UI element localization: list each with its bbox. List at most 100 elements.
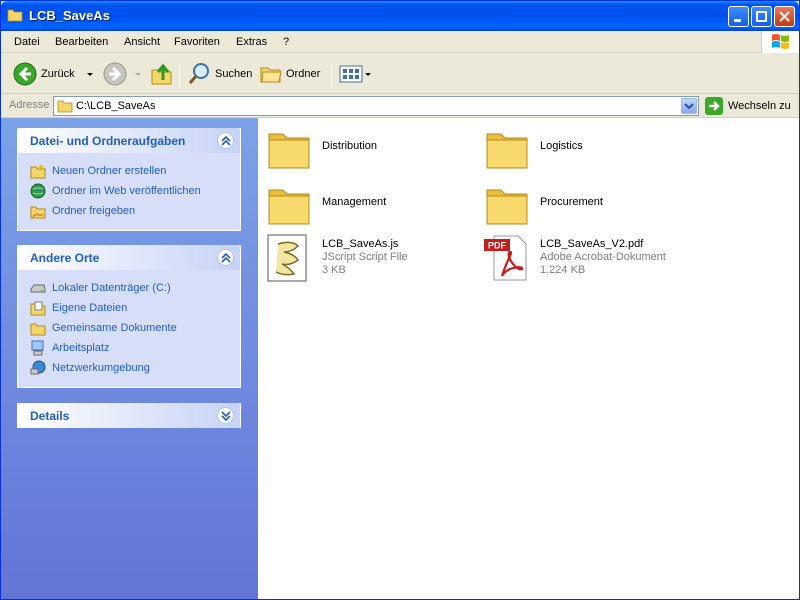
explorer-window: LCB_SaveAs Datei Bearbeiten Ansicht Favo… bbox=[0, 0, 800, 600]
search-icon bbox=[188, 63, 209, 84]
menu-help[interactable]: ? bbox=[283, 36, 289, 48]
forward-dropdown-icon[interactable] bbox=[135, 72, 141, 76]
back-dropdown-icon[interactable] bbox=[86, 72, 93, 76]
folder-icon bbox=[268, 133, 310, 169]
file-item[interactable]: LCB_SaveAs.js JScript Script File 3 KB bbox=[266, 234, 466, 284]
back-button[interactable]: Zurück bbox=[13, 60, 93, 88]
address-label: Adresse bbox=[9, 99, 50, 111]
other-places-title: Andere Orte bbox=[30, 251, 100, 265]
details-group: Details bbox=[17, 403, 241, 428]
views-dropdown-icon[interactable] bbox=[365, 72, 371, 76]
folder-item[interactable]: Procurement bbox=[484, 182, 684, 230]
place-shared-documents[interactable]: Gemeinsame Dokumente bbox=[30, 319, 177, 337]
up-folder-button[interactable] bbox=[151, 60, 173, 88]
folder-item[interactable]: Distribution bbox=[266, 126, 466, 174]
menu-file[interactable]: Datei bbox=[14, 36, 40, 48]
search-button[interactable]: Suchen bbox=[187, 60, 252, 88]
minimize-icon bbox=[734, 19, 741, 22]
close-icon bbox=[779, 11, 790, 22]
other-places-header[interactable]: Andere Orte bbox=[18, 245, 240, 270]
menu-favorites[interactable]: Favoriten bbox=[174, 36, 220, 48]
collapse-button[interactable] bbox=[217, 132, 234, 149]
file-item[interactable]: PDF LCB_SaveAs_V2.pdf Adobe Acrobat-Doku… bbox=[484, 234, 724, 284]
details-header[interactable]: Details bbox=[18, 403, 240, 428]
pdf-file-icon: PDF bbox=[484, 235, 527, 281]
folder-icon bbox=[7, 9, 23, 22]
address-dropdown-button[interactable] bbox=[681, 98, 697, 114]
toolbar-separator bbox=[331, 60, 332, 88]
back-label: Zurück bbox=[41, 68, 75, 80]
double-chevron-down-icon bbox=[221, 411, 231, 421]
task-label: Ordner im Web veröffentlichen bbox=[52, 185, 201, 197]
menu-bar: Datei Bearbeiten Ansicht Favoriten Extra… bbox=[1, 31, 799, 53]
item-name: Logistics bbox=[540, 140, 583, 152]
shared-documents-icon bbox=[30, 323, 46, 336]
menu-edit[interactable]: Bearbeiten bbox=[55, 36, 108, 48]
folders-label: Ordner bbox=[286, 68, 321, 80]
address-bar: Adresse C:\LCB_SaveAs Wechseln zu bbox=[1, 94, 799, 118]
task-label: Netzwerkumgebung bbox=[52, 362, 150, 374]
folder-item[interactable]: Management bbox=[266, 182, 466, 230]
folder-item[interactable]: Logistics bbox=[484, 126, 684, 174]
task-pane: Datei- und Ordneraufgaben Neuen Ordner e… bbox=[1, 118, 258, 599]
menu-tools[interactable]: Extras bbox=[236, 36, 267, 48]
folders-icon bbox=[260, 67, 282, 83]
folder-icon bbox=[57, 100, 73, 113]
views-icon bbox=[339, 65, 363, 83]
search-label: Suchen bbox=[215, 68, 253, 80]
go-button[interactable]: Wechseln zu bbox=[705, 96, 791, 116]
place-network[interactable]: Netzwerkumgebung bbox=[30, 359, 150, 377]
address-field[interactable]: C:\LCB_SaveAs bbox=[53, 96, 699, 116]
windows-flag-icon bbox=[772, 34, 789, 49]
toolbar: Zurück Suchen Ordner bbox=[1, 54, 799, 94]
item-name: Management bbox=[322, 196, 387, 208]
file-tasks-header[interactable]: Datei- und Ordneraufgaben bbox=[18, 128, 240, 153]
double-chevron-up-icon bbox=[221, 136, 231, 146]
file-view[interactable]: Distribution Logistics Management Procur… bbox=[258, 118, 799, 599]
go-arrow-icon bbox=[705, 97, 723, 115]
task-label: Neuen Ordner erstellen bbox=[52, 165, 167, 177]
go-label: Wechseln zu bbox=[728, 100, 791, 112]
expand-button[interactable] bbox=[217, 407, 234, 424]
place-local-disk[interactable]: Lokaler Datenträger (C:) bbox=[30, 279, 171, 297]
svg-text:PDF: PDF bbox=[488, 241, 507, 251]
minimize-button[interactable] bbox=[728, 6, 749, 27]
item-name: Procurement bbox=[540, 196, 603, 208]
folder-icon bbox=[486, 189, 528, 225]
views-button[interactable] bbox=[339, 60, 371, 88]
close-button[interactable] bbox=[774, 6, 795, 27]
details-title: Details bbox=[30, 409, 70, 423]
my-documents-icon bbox=[30, 301, 46, 316]
back-arrow-icon bbox=[13, 62, 37, 86]
up-folder-icon bbox=[151, 63, 172, 85]
script-file-icon bbox=[267, 234, 307, 282]
address-value: C:\LCB_SaveAs bbox=[76, 100, 156, 112]
collapse-button[interactable] bbox=[217, 249, 234, 266]
task-label: Lokaler Datenträger (C:) bbox=[52, 282, 171, 294]
window-title: LCB_SaveAs bbox=[29, 8, 110, 23]
place-my-computer[interactable]: Arbeitsplatz bbox=[30, 339, 109, 357]
task-label: Arbeitsplatz bbox=[52, 342, 110, 354]
new-folder-icon bbox=[30, 164, 46, 179]
my-computer-icon bbox=[31, 340, 44, 356]
title-bar[interactable]: LCB_SaveAs bbox=[1, 1, 799, 31]
other-places-group: Andere Orte Lokaler Datenträger (C:) Eig… bbox=[17, 245, 241, 388]
item-kind: JScript Script File bbox=[322, 251, 408, 263]
task-label: Ordner freigeben bbox=[52, 205, 136, 217]
folders-button[interactable]: Ordner bbox=[260, 60, 320, 88]
file-tasks-title: Datei- und Ordneraufgaben bbox=[30, 134, 186, 148]
network-icon bbox=[30, 360, 46, 375]
double-chevron-up-icon bbox=[221, 253, 231, 263]
menu-view[interactable]: Ansicht bbox=[124, 36, 160, 48]
task-new-folder[interactable]: Neuen Ordner erstellen bbox=[30, 162, 166, 180]
task-publish-web[interactable]: Ordner im Web veröffentlichen bbox=[30, 182, 201, 200]
task-share-folder[interactable]: Ordner freigeben bbox=[30, 202, 135, 220]
forward-button[interactable] bbox=[103, 60, 141, 88]
forward-arrow-icon bbox=[103, 62, 127, 86]
item-name: Distribution bbox=[322, 140, 378, 152]
maximize-button[interactable] bbox=[751, 6, 772, 27]
place-my-documents[interactable]: Eigene Dateien bbox=[30, 299, 127, 317]
file-tasks-group: Datei- und Ordneraufgaben Neuen Ordner e… bbox=[17, 128, 241, 231]
maximize-icon bbox=[756, 11, 767, 22]
windows-logo bbox=[761, 31, 799, 53]
